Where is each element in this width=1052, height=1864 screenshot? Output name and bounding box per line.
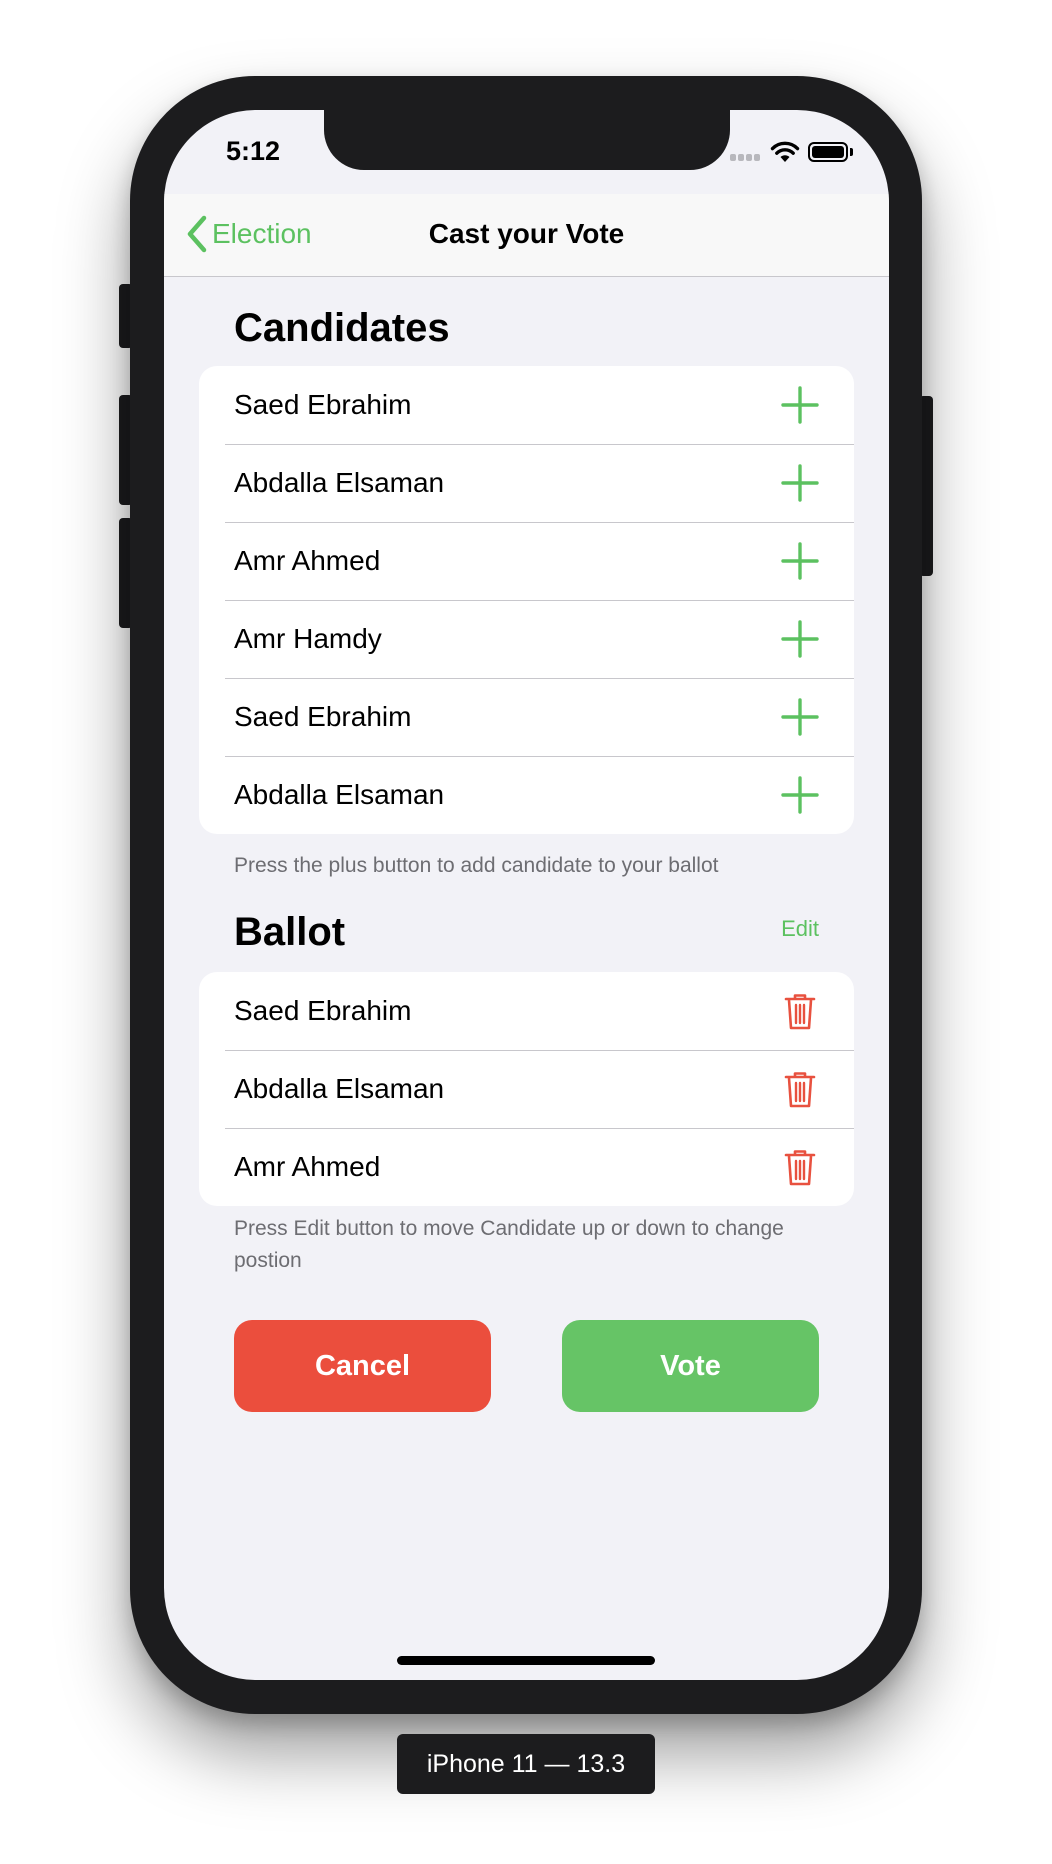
candidates-header: Candidates <box>234 306 450 350</box>
ballot-candidate-name: Saed Ebrahim <box>234 995 412 1026</box>
status-time: 5:12 <box>226 136 281 166</box>
candidate-row[interactable]: Abdalla Elsaman <box>199 756 854 834</box>
remove-candidate-button[interactable] <box>780 1069 820 1109</box>
plus-icon <box>781 698 819 736</box>
ballot-candidate-name: Abdalla Elsaman <box>234 1073 445 1104</box>
navigation-bar: Election Cast your Vote <box>164 194 889 277</box>
trash-icon <box>784 994 816 1030</box>
battery-icon <box>808 142 848 162</box>
candidate-row[interactable]: Amr Hamdy <box>199 600 854 678</box>
wifi-icon <box>770 141 800 162</box>
candidate-row[interactable]: Saed Ebrahim <box>199 366 854 444</box>
remove-candidate-button[interactable] <box>780 991 820 1031</box>
page-title: Cast your Vote <box>428 218 625 249</box>
trash-icon <box>784 1150 816 1186</box>
vote-button[interactable]: Vote <box>562 1320 819 1412</box>
add-candidate-button[interactable] <box>780 385 820 425</box>
status-icons <box>730 141 856 166</box>
ballot-row[interactable]: Saed Ebrahim <box>199 972 854 1050</box>
add-candidate-button[interactable] <box>780 619 820 659</box>
ballot-footer: Press Edit button to move Candidate up o… <box>234 1217 784 1272</box>
cancel-button[interactable]: Cancel <box>234 1320 491 1412</box>
plus-icon <box>781 386 819 424</box>
candidate-name: Saed Ebrahim <box>234 701 412 732</box>
simulator-window: 5:12 Election Cast your Vote Candidates … <box>0 0 1052 1864</box>
add-candidate-button[interactable] <box>780 541 820 581</box>
candidate-name: Amr Ahmed <box>234 545 381 576</box>
candidate-row[interactable]: Amr Ahmed <box>199 522 854 600</box>
candidate-row[interactable]: Abdalla Elsaman <box>199 444 854 522</box>
candidates-footer: Press the plus button to add candidate t… <box>234 854 719 877</box>
candidate-row[interactable]: Saed Ebrahim <box>199 678 854 756</box>
plus-icon <box>781 542 819 580</box>
candidate-name: Abdalla Elsaman <box>234 779 445 810</box>
device-label: iPhone 11 — 13.3 <box>397 1734 655 1794</box>
candidate-name: Saed Ebrahim <box>234 389 412 420</box>
ballot-row[interactable]: Abdalla Elsaman <box>199 1050 854 1128</box>
device-screen: 5:12 Election Cast your Vote Candidates … <box>164 110 889 1680</box>
notch <box>324 110 730 170</box>
home-indicator <box>397 1656 655 1665</box>
plus-icon <box>781 464 819 502</box>
trash-icon <box>784 1072 816 1108</box>
candidates-list: Saed Ebrahim Abdalla Elsaman Amr Ahmed Amr … <box>199 366 854 834</box>
plus-icon <box>781 620 819 658</box>
add-candidate-button[interactable] <box>780 463 820 503</box>
ballot-header: Ballot <box>234 910 346 954</box>
candidate-name: Amr Hamdy <box>234 623 382 654</box>
ballot-list: Saed Ebrahim Abdalla Elsaman Amr Ahmed <box>199 972 854 1206</box>
add-candidate-button[interactable] <box>780 697 820 737</box>
ballot-candidate-name: Amr Ahmed <box>234 1151 381 1182</box>
plus-icon <box>781 776 819 814</box>
edit-button[interactable]: Edit <box>781 916 819 942</box>
remove-candidate-button[interactable] <box>780 1147 820 1187</box>
ballot-row[interactable]: Amr Ahmed <box>199 1128 854 1206</box>
candidate-name: Abdalla Elsaman <box>234 467 445 498</box>
battery-nub <box>850 148 853 156</box>
add-candidate-button[interactable] <box>780 775 820 815</box>
